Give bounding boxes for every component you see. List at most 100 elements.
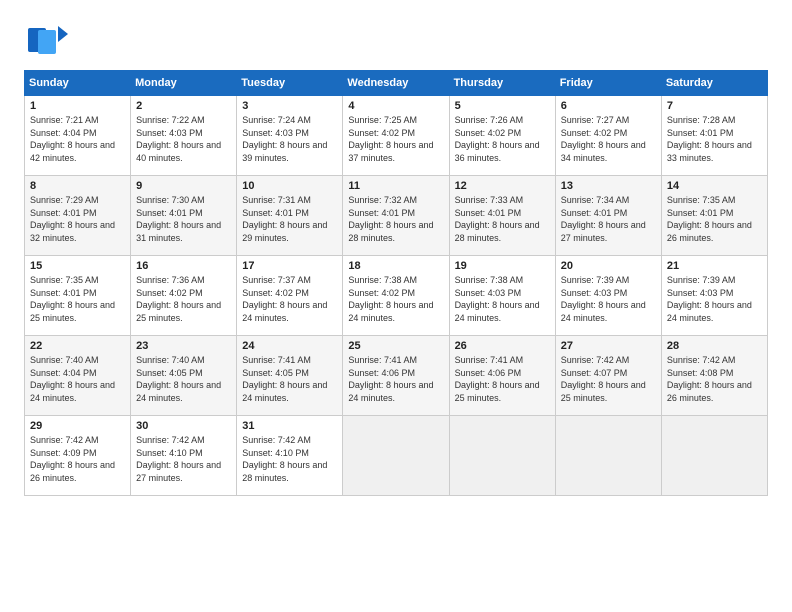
calendar-table: SundayMondayTuesdayWednesdayThursdayFrid… (24, 70, 768, 496)
calendar-day-header: Saturday (661, 71, 767, 96)
calendar-cell: 15Sunrise: 7:35 AMSunset: 4:01 PMDayligh… (25, 256, 131, 336)
calendar-cell: 21 Sunrise: 7:39 AMSunset: 4:03 PMDayligh… (661, 256, 767, 336)
day-info: Sunrise: 7:22 AMSunset: 4:03 PMDaylight:… (136, 114, 231, 164)
day-number: 28 (667, 340, 762, 352)
calendar-week-row: 8 Sunrise: 7:29 AMSunset: 4:01 PMDaylight… (25, 176, 768, 256)
day-number: 21 (667, 260, 762, 272)
calendar-cell: 8 Sunrise: 7:29 AMSunset: 4:01 PMDaylight… (25, 176, 131, 256)
day-number: 31 (242, 420, 337, 432)
calendar-cell: 6Sunrise: 7:27 AMSunset: 4:02 PMDaylight… (555, 96, 661, 176)
day-number: 7 (667, 100, 762, 112)
calendar-day-header: Thursday (449, 71, 555, 96)
day-number: 13 (561, 180, 656, 192)
calendar-cell: 18Sunrise: 7:38 AMSunset: 4:02 PMDayligh… (343, 256, 449, 336)
calendar-cell: 11Sunrise: 7:32 AMSunset: 4:01 PMDayligh… (343, 176, 449, 256)
calendar-cell: 31 Sunrise: 7:42 AMSunset: 4:10 PMDayligh… (237, 416, 343, 496)
day-number: 29 (30, 420, 125, 432)
calendar-cell: 27 Sunrise: 7:42 AMSunset: 4:07 PMDayligh… (555, 336, 661, 416)
day-number: 24 (242, 340, 337, 352)
header (24, 20, 768, 60)
calendar-day-header: Friday (555, 71, 661, 96)
calendar-cell (343, 416, 449, 496)
day-info: Sunrise: 7:25 AMSunset: 4:02 PMDaylight:… (348, 114, 443, 164)
day-number: 14 (667, 180, 762, 192)
day-info: Sunrise: 7:42 AMSunset: 4:07 PMDaylight:… (561, 354, 656, 404)
calendar-cell: 13 Sunrise: 7:34 AMSunset: 4:01 PMDayligh… (555, 176, 661, 256)
calendar-cell: 20Sunrise: 7:39 AMSunset: 4:03 PMDayligh… (555, 256, 661, 336)
calendar-cell (661, 416, 767, 496)
calendar-cell: 22 Sunrise: 7:40 AMSunset: 4:04 PMDayligh… (25, 336, 131, 416)
day-number: 3 (242, 100, 337, 112)
day-number: 2 (136, 100, 231, 112)
calendar-cell: 7 Sunrise: 7:28 AMSunset: 4:01 PMDaylight… (661, 96, 767, 176)
day-number: 5 (455, 100, 550, 112)
day-info: Sunrise: 7:41 AMSunset: 4:06 PMDaylight:… (455, 354, 550, 404)
day-info: Sunrise: 7:34 AMSunset: 4:01 PMDaylight:… (561, 194, 656, 244)
calendar-cell: 10 Sunrise: 7:31 AMSunset: 4:01 PMDayligh… (237, 176, 343, 256)
calendar-day-header: Sunday (25, 71, 131, 96)
day-info: Sunrise: 7:42 AMSunset: 4:08 PMDaylight:… (667, 354, 762, 404)
calendar-cell: 3 Sunrise: 7:24 AMSunset: 4:03 PMDaylight… (237, 96, 343, 176)
calendar-day-header: Monday (131, 71, 237, 96)
day-info: Sunrise: 7:39 AMSunset: 4:03 PMDaylight:… (667, 274, 762, 324)
calendar-cell: 17 Sunrise: 7:37 AMSunset: 4:02 PMDayligh… (237, 256, 343, 336)
day-info: Sunrise: 7:31 AMSunset: 4:01 PMDaylight:… (242, 194, 337, 244)
day-info: Sunrise: 7:29 AMSunset: 4:01 PMDaylight:… (30, 194, 125, 244)
day-number: 22 (30, 340, 125, 352)
calendar-cell: 19Sunrise: 7:38 AMSunset: 4:03 PMDayligh… (449, 256, 555, 336)
day-info: Sunrise: 7:21 AMSunset: 4:04 PMDaylight:… (30, 114, 125, 164)
page: SundayMondayTuesdayWednesdayThursdayFrid… (0, 0, 792, 612)
calendar-week-row: 1 Sunrise: 7:21 AMSunset: 4:04 PMDaylight… (25, 96, 768, 176)
day-info: Sunrise: 7:42 AMSunset: 4:10 PMDaylight:… (242, 434, 337, 484)
day-info: Sunrise: 7:24 AMSunset: 4:03 PMDaylight:… (242, 114, 337, 164)
day-number: 11 (348, 180, 443, 192)
day-info: Sunrise: 7:40 AMSunset: 4:05 PMDaylight:… (136, 354, 231, 404)
day-info: Sunrise: 7:36 AMSunset: 4:02 PMDaylight:… (136, 274, 231, 324)
day-number: 27 (561, 340, 656, 352)
calendar-cell: 16 Sunrise: 7:36 AMSunset: 4:02 PMDayligh… (131, 256, 237, 336)
day-info: Sunrise: 7:42 AMSunset: 4:09 PMDaylight:… (30, 434, 125, 484)
day-info: Sunrise: 7:35 AMSunset: 4:01 PMDaylight:… (30, 274, 125, 324)
day-info: Sunrise: 7:30 AMSunset: 4:01 PMDaylight:… (136, 194, 231, 244)
day-number: 25 (348, 340, 443, 352)
calendar-week-row: 29 Sunrise: 7:42 AMSunset: 4:09 PMDayligh… (25, 416, 768, 496)
day-number: 16 (136, 260, 231, 272)
calendar-cell: 29 Sunrise: 7:42 AMSunset: 4:09 PMDayligh… (25, 416, 131, 496)
day-info: Sunrise: 7:28 AMSunset: 4:01 PMDaylight:… (667, 114, 762, 164)
calendar-cell: 24Sunrise: 7:41 AMSunset: 4:05 PMDayligh… (237, 336, 343, 416)
calendar-header-row: SundayMondayTuesdayWednesdayThursdayFrid… (25, 71, 768, 96)
day-number: 26 (455, 340, 550, 352)
calendar-cell: 9 Sunrise: 7:30 AMSunset: 4:01 PMDaylight… (131, 176, 237, 256)
day-info: Sunrise: 7:38 AMSunset: 4:03 PMDaylight:… (455, 274, 550, 324)
day-info: Sunrise: 7:40 AMSunset: 4:04 PMDaylight:… (30, 354, 125, 404)
calendar-cell (449, 416, 555, 496)
day-number: 9 (136, 180, 231, 192)
day-number: 1 (30, 100, 125, 112)
day-info: Sunrise: 7:33 AMSunset: 4:01 PMDaylight:… (455, 194, 550, 244)
day-number: 10 (242, 180, 337, 192)
day-number: 8 (30, 180, 125, 192)
day-number: 23 (136, 340, 231, 352)
calendar-cell: 23 Sunrise: 7:40 AMSunset: 4:05 PMDayligh… (131, 336, 237, 416)
day-info: Sunrise: 7:37 AMSunset: 4:02 PMDaylight:… (242, 274, 337, 324)
day-info: Sunrise: 7:41 AMSunset: 4:06 PMDaylight:… (348, 354, 443, 404)
calendar-cell: 2 Sunrise: 7:22 AMSunset: 4:03 PMDaylight… (131, 96, 237, 176)
day-number: 30 (136, 420, 231, 432)
calendar-cell: 14 Sunrise: 7:35 AMSunset: 4:01 PMDayligh… (661, 176, 767, 256)
logo (24, 20, 74, 60)
calendar-week-row: 15Sunrise: 7:35 AMSunset: 4:01 PMDayligh… (25, 256, 768, 336)
day-number: 12 (455, 180, 550, 192)
calendar-cell: 28 Sunrise: 7:42 AMSunset: 4:08 PMDayligh… (661, 336, 767, 416)
calendar-cell: 12 Sunrise: 7:33 AMSunset: 4:01 PMDayligh… (449, 176, 555, 256)
day-info: Sunrise: 7:35 AMSunset: 4:01 PMDaylight:… (667, 194, 762, 244)
calendar-cell: 30Sunrise: 7:42 AMSunset: 4:10 PMDayligh… (131, 416, 237, 496)
calendar-day-header: Tuesday (237, 71, 343, 96)
day-info: Sunrise: 7:39 AMSunset: 4:03 PMDaylight:… (561, 274, 656, 324)
calendar-cell: 5 Sunrise: 7:26 AMSunset: 4:02 PMDaylight… (449, 96, 555, 176)
calendar-cell (555, 416, 661, 496)
day-info: Sunrise: 7:26 AMSunset: 4:02 PMDaylight:… (455, 114, 550, 164)
day-number: 4 (348, 100, 443, 112)
day-info: Sunrise: 7:38 AMSunset: 4:02 PMDaylight:… (348, 274, 443, 324)
logo-icon (24, 20, 72, 60)
day-number: 17 (242, 260, 337, 272)
